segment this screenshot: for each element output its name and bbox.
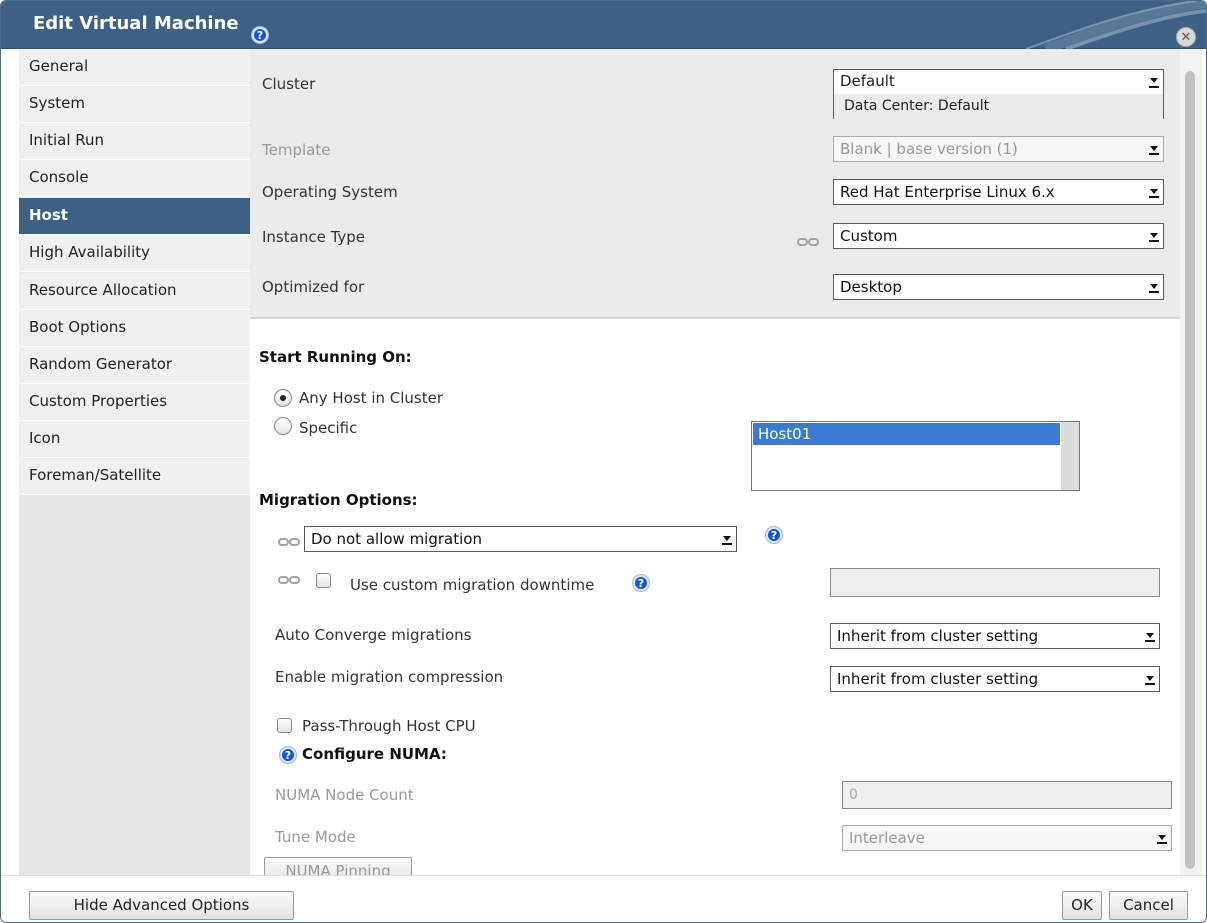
chevron-down-icon: [1149, 74, 1159, 90]
optimized-for-label: Optimized for: [262, 278, 365, 296]
custom-downtime-checkbox[interactable]: [316, 573, 331, 588]
host-list-scrollbar[interactable]: [1061, 422, 1079, 490]
template-label: Template: [262, 141, 331, 159]
specific-host-radio[interactable]: [274, 417, 292, 435]
dialog-footer: Hide Advanced Options OK Cancel: [1, 875, 1206, 922]
tune-mode-label: Tune Mode: [275, 828, 356, 846]
numa-help-icon[interactable]: ?: [280, 747, 296, 763]
link-chain-icon[interactable]: [278, 536, 302, 548]
sidebar-item-icon[interactable]: Icon: [19, 421, 250, 458]
tune-mode-select: Interleave: [842, 825, 1172, 851]
numa-node-count-input: 0: [842, 781, 1172, 809]
compression-value: Inherit from cluster setting: [837, 670, 1039, 688]
sidebar-item-resource-allocation[interactable]: Resource Allocation: [19, 273, 250, 310]
passthrough-cpu-label: Pass-Through Host CPU: [302, 717, 476, 735]
chevron-down-icon: [1149, 143, 1159, 157]
migration-mode-value: Do not allow migration: [311, 530, 482, 548]
template-value: Blank | base version (1): [840, 140, 1018, 158]
numa-node-count-label: NUMA Node Count: [275, 786, 414, 804]
sidebar: General System Initial Run Console Host …: [19, 49, 250, 875]
custom-downtime-input: [830, 568, 1160, 597]
instance-type-select[interactable]: Custom: [833, 223, 1164, 249]
tune-mode-value: Interleave: [849, 829, 925, 847]
chevron-down-icon: [1149, 186, 1159, 200]
compression-select[interactable]: Inherit from cluster setting: [830, 666, 1160, 692]
sidebar-item-general[interactable]: General: [19, 49, 250, 86]
chevron-down-icon: [722, 533, 732, 547]
general-settings-panel: Cluster Default Data Center: Default Tem…: [250, 49, 1180, 319]
any-host-label[interactable]: Any Host in Cluster: [299, 389, 443, 407]
host-list-item[interactable]: Host01: [753, 423, 1060, 445]
instance-type-value: Custom: [840, 227, 898, 245]
dialog-title: Edit Virtual Machine: [33, 13, 239, 34]
cancel-button[interactable]: Cancel: [1109, 891, 1188, 920]
sidebar-item-random-generator[interactable]: Random Generator: [19, 347, 250, 384]
link-chain-icon[interactable]: [278, 574, 302, 586]
scrollbar-thumb[interactable]: [1185, 71, 1195, 869]
any-host-radio[interactable]: [274, 389, 292, 407]
numa-pinning-button: NUMA Pinning: [264, 857, 412, 875]
sidebar-item-system[interactable]: System: [19, 86, 250, 123]
auto-converge-select[interactable]: Inherit from cluster setting: [830, 623, 1160, 649]
numa-heading: Configure NUMA:: [302, 745, 447, 763]
sidebar-item-foreman-satellite[interactable]: Foreman/Satellite: [19, 458, 250, 495]
sidebar-item-console[interactable]: Console: [19, 160, 250, 197]
sidebar-item-high-availability[interactable]: High Availability: [19, 235, 250, 272]
main-scrollbar[interactable]: [1180, 49, 1202, 875]
start-running-heading: Start Running On:: [259, 348, 412, 366]
migration-mode-select[interactable]: Do not allow migration: [304, 526, 737, 552]
sidebar-item-custom-properties[interactable]: Custom Properties: [19, 384, 250, 421]
chevron-down-icon: [1145, 630, 1155, 644]
dialog-titlebar[interactable]: Edit Virtual Machine ? ✕: [1, 1, 1206, 49]
host-list[interactable]: Host01: [751, 421, 1080, 491]
ok-button[interactable]: OK: [1062, 891, 1102, 920]
instance-type-label: Instance Type: [262, 228, 366, 246]
optimized-for-select[interactable]: Desktop: [833, 274, 1164, 300]
sidebar-item-initial-run[interactable]: Initial Run: [19, 123, 250, 160]
chevron-down-icon: [1149, 281, 1159, 295]
sidebar-item-host[interactable]: Host: [19, 198, 250, 235]
passthrough-cpu-checkbox[interactable]: [277, 718, 292, 733]
specific-host-label[interactable]: Specific: [299, 419, 357, 437]
titlebar-decoration: [1025, 1, 1206, 49]
edit-vm-dialog: Edit Virtual Machine ? ✕ General System …: [0, 0, 1207, 923]
chevron-down-icon: [1149, 230, 1159, 244]
cluster-label: Cluster: [262, 75, 316, 93]
cluster-select[interactable]: Default Data Center: Default: [833, 69, 1164, 119]
template-select: Blank | base version (1): [833, 136, 1164, 162]
close-icon[interactable]: ✕: [1176, 27, 1196, 47]
data-center-info: Data Center: Default: [834, 94, 1163, 119]
main-panel: Cluster Default Data Center: Default Tem…: [250, 49, 1180, 875]
os-value: Red Hat Enterprise Linux 6.x: [840, 183, 1055, 201]
title-help-icon[interactable]: ?: [252, 27, 268, 43]
auto-converge-label: Auto Converge migrations: [275, 626, 472, 644]
cluster-value: Default: [840, 72, 895, 90]
sidebar-item-boot-options[interactable]: Boot Options: [19, 310, 250, 347]
chevron-down-icon: [1157, 832, 1167, 846]
custom-downtime-help-icon[interactable]: ?: [633, 575, 649, 591]
os-label: Operating System: [262, 183, 398, 201]
optimized-for-value: Desktop: [840, 278, 902, 296]
migration-help-icon[interactable]: ?: [766, 527, 782, 543]
os-select[interactable]: Red Hat Enterprise Linux 6.x: [833, 179, 1164, 205]
chevron-down-icon: [1145, 673, 1155, 687]
compression-label: Enable migration compression: [275, 668, 504, 686]
link-chain-icon[interactable]: [797, 236, 821, 248]
auto-converge-value: Inherit from cluster setting: [837, 627, 1039, 645]
migration-heading: Migration Options:: [259, 491, 418, 509]
hide-advanced-options-button[interactable]: Hide Advanced Options: [29, 891, 294, 920]
custom-downtime-label: Use custom migration downtime: [350, 576, 595, 594]
